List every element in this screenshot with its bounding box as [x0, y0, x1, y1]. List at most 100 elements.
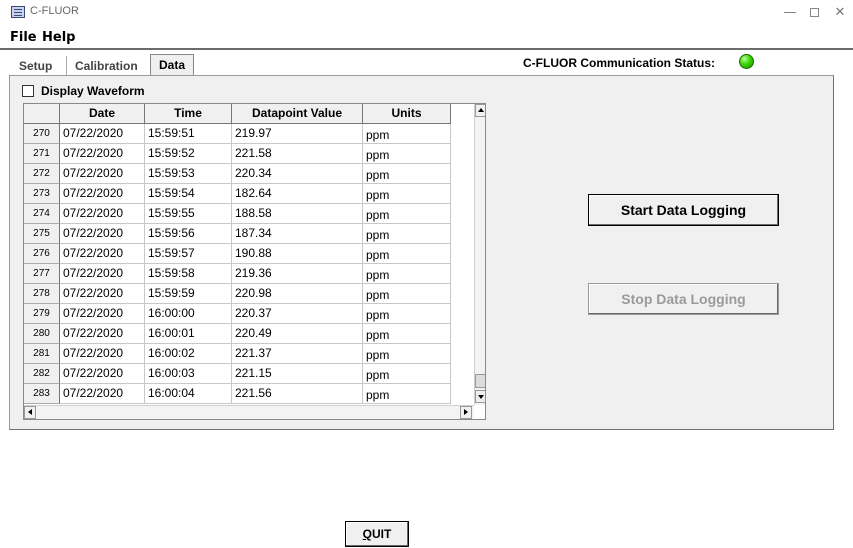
table-row[interactable]: 271 07/22/2020 15:59:52 221.58 ppm — [24, 144, 454, 164]
display-waveform-checkbox[interactable] — [22, 85, 34, 97]
row-number[interactable]: 270 — [24, 124, 60, 144]
cell-datapoint-value[interactable]: 220.98 — [232, 284, 363, 304]
close-icon[interactable]: ✕ — [826, 3, 853, 23]
header-time[interactable]: Time — [145, 104, 232, 124]
menu-help[interactable]: Help — [42, 30, 75, 45]
cell-date[interactable]: 07/22/2020 — [60, 364, 145, 384]
cell-time[interactable]: 16:00:02 — [145, 344, 232, 364]
cell-date[interactable]: 07/22/2020 — [60, 124, 145, 144]
row-number[interactable]: 281 — [24, 344, 60, 364]
cell-time[interactable]: 16:00:03 — [145, 364, 232, 384]
horizontal-scrollbar[interactable] — [24, 405, 474, 419]
start-data-logging-button[interactable]: Start Data Logging — [588, 194, 779, 226]
row-number[interactable]: 280 — [24, 324, 60, 344]
table-row[interactable]: 281 07/22/2020 16:00:02 221.37 ppm — [24, 344, 454, 364]
cell-units[interactable]: ppm — [363, 144, 451, 164]
row-number[interactable]: 273 — [24, 184, 60, 204]
cell-units[interactable]: ppm — [363, 124, 451, 144]
table-row[interactable]: 273 07/22/2020 15:59:54 182.64 ppm — [24, 184, 454, 204]
cell-time[interactable]: 16:00:01 — [145, 324, 232, 344]
cell-time[interactable]: 15:59:54 — [145, 184, 232, 204]
maximize-icon[interactable] — [800, 3, 828, 23]
row-number[interactable]: 283 — [24, 384, 60, 404]
cell-datapoint-value[interactable]: 221.37 — [232, 344, 363, 364]
cell-units[interactable]: ppm — [363, 264, 451, 284]
cell-date[interactable]: 07/22/2020 — [60, 164, 145, 184]
cell-time[interactable]: 15:59:56 — [145, 224, 232, 244]
cell-units[interactable]: ppm — [363, 184, 451, 204]
table-row[interactable]: 272 07/22/2020 15:59:53 220.34 ppm — [24, 164, 454, 184]
cell-time[interactable]: 15:59:58 — [145, 264, 232, 284]
table-row[interactable]: 276 07/22/2020 15:59:57 190.88 ppm — [24, 244, 454, 264]
cell-units[interactable]: ppm — [363, 284, 451, 304]
row-number[interactable]: 272 — [24, 164, 60, 184]
row-number[interactable]: 278 — [24, 284, 60, 304]
cell-time[interactable]: 16:00:04 — [145, 384, 232, 404]
cell-datapoint-value[interactable]: 221.15 — [232, 364, 363, 384]
cell-datapoint-value[interactable]: 182.64 — [232, 184, 363, 204]
data-grid[interactable]: Date Time Datapoint Value Units 270 07/22… — [23, 103, 486, 420]
table-row[interactable]: 280 07/22/2020 16:00:01 220.49 ppm — [24, 324, 454, 344]
scroll-up-button[interactable] — [475, 104, 485, 117]
display-waveform-label[interactable]: Display Waveform — [41, 84, 145, 98]
cell-datapoint-value[interactable]: 188.58 — [232, 204, 363, 224]
header-datapoint-value[interactable]: Datapoint Value — [232, 104, 363, 124]
cell-datapoint-value[interactable]: 220.37 — [232, 304, 363, 324]
table-row[interactable]: 278 07/22/2020 15:59:59 220.98 ppm — [24, 284, 454, 304]
scroll-right-button[interactable] — [460, 406, 472, 419]
scroll-left-button[interactable] — [24, 406, 36, 419]
cell-time[interactable]: 15:59:51 — [145, 124, 232, 144]
cell-date[interactable]: 07/22/2020 — [60, 384, 145, 404]
cell-units[interactable]: ppm — [363, 324, 451, 344]
cell-datapoint-value[interactable]: 221.56 — [232, 384, 363, 404]
cell-date[interactable]: 07/22/2020 — [60, 204, 145, 224]
cell-datapoint-value[interactable]: 219.36 — [232, 264, 363, 284]
table-row[interactable]: 282 07/22/2020 16:00:03 221.15 ppm — [24, 364, 454, 384]
menu-file[interactable]: File — [10, 30, 37, 45]
cell-units[interactable]: ppm — [363, 204, 451, 224]
cell-date[interactable]: 07/22/2020 — [60, 264, 145, 284]
cell-datapoint-value[interactable]: 220.34 — [232, 164, 363, 184]
cell-datapoint-value[interactable]: 220.49 — [232, 324, 363, 344]
row-number[interactable]: 274 — [24, 204, 60, 224]
stop-data-logging-button[interactable]: Stop Data Logging — [588, 283, 779, 315]
header-units[interactable]: Units — [363, 104, 451, 124]
tab-setup[interactable]: Setup — [11, 56, 60, 76]
vertical-scrollbar[interactable] — [474, 104, 485, 405]
cell-date[interactable]: 07/22/2020 — [60, 344, 145, 364]
cell-units[interactable]: ppm — [363, 384, 451, 404]
cell-units[interactable]: ppm — [363, 344, 451, 364]
cell-units[interactable]: ppm — [363, 224, 451, 244]
cell-units[interactable]: ppm — [363, 364, 451, 384]
cell-time[interactable]: 15:59:52 — [145, 144, 232, 164]
cell-time[interactable]: 15:59:57 — [145, 244, 232, 264]
cell-date[interactable]: 07/22/2020 — [60, 144, 145, 164]
table-row[interactable]: 283 07/22/2020 16:00:04 221.56 ppm — [24, 384, 454, 404]
row-number[interactable]: 276 — [24, 244, 60, 264]
row-number[interactable]: 271 — [24, 144, 60, 164]
cell-date[interactable]: 07/22/2020 — [60, 324, 145, 344]
scroll-down-button[interactable] — [475, 390, 485, 403]
row-number[interactable]: 282 — [24, 364, 60, 384]
table-row[interactable]: 279 07/22/2020 16:00:00 220.37 ppm — [24, 304, 454, 324]
cell-time[interactable]: 15:59:59 — [145, 284, 232, 304]
cell-time[interactable]: 15:59:53 — [145, 164, 232, 184]
row-number[interactable]: 277 — [24, 264, 60, 284]
cell-date[interactable]: 07/22/2020 — [60, 224, 145, 244]
cell-date[interactable]: 07/22/2020 — [60, 184, 145, 204]
cell-date[interactable]: 07/22/2020 — [60, 244, 145, 264]
cell-units[interactable]: ppm — [363, 304, 451, 324]
scroll-thumb[interactable] — [475, 374, 485, 388]
cell-date[interactable]: 07/22/2020 — [60, 304, 145, 324]
cell-datapoint-value[interactable]: 219.97 — [232, 124, 363, 144]
cell-date[interactable]: 07/22/2020 — [60, 284, 145, 304]
cell-units[interactable]: ppm — [363, 244, 451, 264]
table-row[interactable]: 274 07/22/2020 15:59:55 188.58 ppm — [24, 204, 454, 224]
tab-data[interactable]: Data — [150, 54, 195, 76]
cell-units[interactable]: ppm — [363, 164, 451, 184]
table-row[interactable]: 277 07/22/2020 15:59:58 219.36 ppm — [24, 264, 454, 284]
cell-datapoint-value[interactable]: 221.58 — [232, 144, 363, 164]
cell-time[interactable]: 15:59:55 — [145, 204, 232, 224]
row-number[interactable]: 275 — [24, 224, 60, 244]
tab-calibration[interactable]: Calibration — [66, 56, 146, 76]
